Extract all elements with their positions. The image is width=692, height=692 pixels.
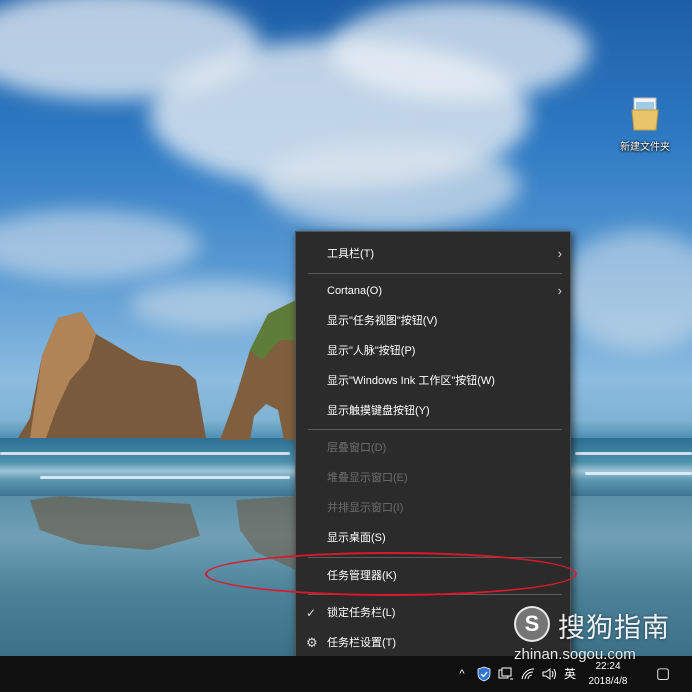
gear-icon: ⚙ — [306, 635, 318, 650]
menu-item-label: 堆叠显示窗口(E) — [327, 472, 408, 484]
sogou-watermark: S 搜狗指南 zhinan.sogou.com — [514, 602, 690, 668]
menu-item-label: 显示桌面(S) — [327, 532, 386, 544]
watermark-url: zhinan.sogou.com — [514, 646, 636, 663]
menu-item-cascade-windows: 层叠窗口(D) — [296, 433, 570, 463]
checkmark-icon: ✓ — [306, 606, 317, 620]
taskbar-context-menu: 工具栏(T) › Cortana(O) › 显示"任务视图"按钮(V) 显示"人… — [295, 231, 571, 665]
menu-item-show-task-view-button[interactable]: 显示"任务视图"按钮(V) — [296, 306, 570, 336]
chevron-right-icon: › — [557, 283, 562, 298]
chevron-right-icon: › — [557, 246, 562, 261]
cloud — [560, 230, 692, 350]
menu-separator — [308, 273, 562, 274]
highlight-ellipse — [205, 552, 577, 596]
menu-item-label: 显示触摸键盘按钮(Y) — [327, 405, 430, 417]
menu-item-label: 层叠窗口(D) — [327, 442, 387, 454]
menu-item-label: 显示"人脉"按钮(P) — [327, 345, 416, 357]
desktop-icon-label: 新建文件夹 — [620, 142, 670, 153]
menu-item-show-people-button[interactable]: 显示"人脉"按钮(P) — [296, 336, 570, 366]
menu-item-show-windows-ink-button[interactable]: 显示"Windows Ink 工作区"按钮(W) — [296, 366, 570, 396]
sea-stacks — [18, 300, 296, 570]
show-hidden-icons-chevron[interactable]: ^ — [452, 656, 472, 692]
cloud — [330, 0, 590, 100]
menu-item-side-by-side-windows: 并排显示窗口(I) — [296, 493, 570, 523]
clock-date: 2018/4/8 — [588, 676, 628, 687]
wave — [585, 472, 692, 475]
menu-item-label: 显示"Windows Ink 工作区"按钮(W) — [327, 375, 495, 387]
cloud — [0, 210, 200, 280]
menu-item-cortana[interactable]: Cortana(O) › — [296, 276, 570, 306]
menu-item-label: 并排显示窗口(I) — [327, 502, 404, 514]
folder-icon — [631, 96, 659, 132]
menu-item-label: 任务栏设置(T) — [327, 637, 397, 649]
menu-item-label: 锁定任务栏(L) — [327, 607, 396, 619]
sogou-logo-icon: S — [514, 606, 550, 642]
defender-shield-icon[interactable] — [474, 656, 494, 692]
menu-item-label: 显示"任务视图"按钮(V) — [327, 315, 438, 327]
wave — [575, 452, 692, 455]
network-adapter-icon[interactable] — [496, 656, 516, 692]
menu-item-stack-windows: 堆叠显示窗口(E) — [296, 463, 570, 493]
cloud — [260, 140, 520, 230]
menu-item-show-desktop[interactable]: 显示桌面(S) — [296, 523, 570, 553]
menu-item-label: 工具栏(T) — [327, 248, 375, 260]
menu-item-label: Cortana(O) — [327, 285, 383, 297]
menu-item-show-touch-keyboard-button[interactable]: 显示触摸键盘按钮(Y) — [296, 396, 570, 426]
desktop-folder-shortcut[interactable]: 新建文件夹 — [610, 96, 680, 153]
menu-separator — [308, 429, 562, 430]
watermark-title: 搜狗指南 — [558, 613, 670, 643]
menu-item-toolbars[interactable]: 工具栏(T) › — [296, 239, 570, 269]
